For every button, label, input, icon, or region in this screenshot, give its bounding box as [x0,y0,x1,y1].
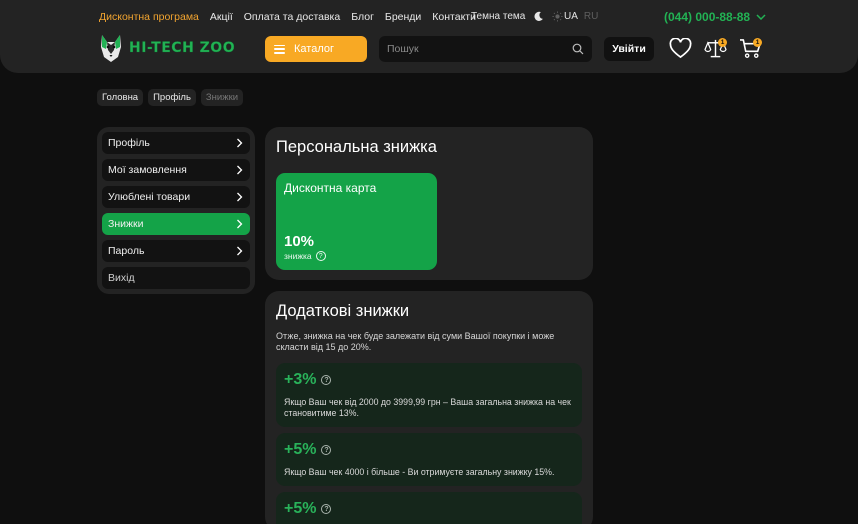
nav-payment-delivery[interactable]: Оплата та доставка [244,11,340,23]
sidebar-item-orders[interactable]: Мої замовлення [102,159,250,181]
sidebar-item-label: Пароль [108,245,145,257]
dog-logo-icon [101,35,121,62]
bonus-percent: +5% ? [284,500,332,518]
sidebar-item-discounts[interactable]: Знижки [102,213,250,235]
profile-sidebar: Профіль Мої замовлення Улюблені товари З… [97,127,255,294]
top-nav: Дисконтна програма Акції Оплата та доста… [99,11,476,23]
discount-card-subtitle: знижка ? [284,251,326,261]
heart-icon[interactable] [669,38,692,59]
personal-discount-title: Персональна знижка [276,138,437,156]
breadcrumb: Головна Профіль Знижки [97,89,244,106]
question-icon[interactable]: ? [321,504,332,514]
extra-discounts-panel: Додаткові знижки Отже, знижка на чек буд… [265,291,593,524]
theme-label: Темна тема [471,11,526,22]
breadcrumb-profile[interactable]: Профіль [148,89,196,106]
chevron-right-icon [237,246,243,256]
sidebar-item-label: Профіль [108,137,150,149]
sun-icon[interactable] [552,11,563,22]
bonus-card: +3% ? Якщо Ваш чек від 2000 до 3999,99 г… [276,363,582,427]
bonus-description: Якщо Ваш чек від 2000 до 3999,99 грн – В… [284,397,571,418]
sidebar-item-favorites[interactable]: Улюблені товари [102,186,250,208]
language-switcher: UA RU [564,11,598,22]
phone-dropdown[interactable]: (044) 000-88-88 [664,10,766,24]
chevron-right-icon [237,219,243,229]
logo-text: HI-TECH ZOO [129,40,236,56]
cart-badge: 1 [753,38,762,47]
menu-icon [274,44,285,54]
discount-card-title: Дисконтна карта [284,181,377,195]
bonus-description: Якщо Ваш чек 4000 і більше - Ви отримуєт… [284,467,555,477]
question-icon[interactable]: ? [321,375,332,385]
catalog-label: Каталог [294,43,334,55]
site-header: Дисконтна програма Акції Оплата та доста… [0,0,858,73]
extra-discounts-title: Додаткові знижки [276,302,410,320]
discount-card: Дисконтна карта 10% знижка ? [276,173,437,270]
lang-ru[interactable]: RU [584,11,598,22]
sidebar-item-label: Вихід [108,272,135,284]
bonus-percent: +3% ? [284,371,332,389]
nav-contacts[interactable]: Контакти [432,11,476,23]
nav-brands[interactable]: Бренди [385,11,421,23]
nav-blog[interactable]: Блог [351,11,374,23]
sidebar-item-password[interactable]: Пароль [102,240,250,262]
phone-number: (044) 000-88-88 [664,10,751,24]
breadcrumb-home[interactable]: Головна [97,89,144,106]
nav-promotions[interactable]: Акції [210,11,233,23]
bonus-percent-value: +5% [284,500,317,517]
sidebar-item-label: Мої замовлення [108,164,187,176]
theme-toggle[interactable]: Темна тема [471,11,563,22]
discount-card-value: 10% [284,233,315,250]
discount-card-sub-label: знижка [284,251,312,261]
logo[interactable]: HI-TECH ZOO [99,33,235,63]
chevron-down-icon [756,14,766,20]
nav-discount-program[interactable]: Дисконтна програма [99,11,199,23]
question-icon[interactable]: ? [315,251,326,261]
bonus-percent: +5% ? [284,441,332,459]
sidebar-item-profile[interactable]: Профіль [102,132,250,154]
sidebar-item-label: Улюблені товари [108,191,191,203]
login-button[interactable]: Увійти [604,37,654,61]
bonus-card: +5% ? [276,492,582,524]
compare-badge: 1 [718,38,727,47]
chevron-right-icon [237,165,243,175]
question-icon[interactable]: ? [321,445,332,455]
bonus-percent-value: +3% [284,371,317,388]
catalog-button[interactable]: Каталог [265,36,367,62]
search-bar [379,36,592,62]
chevron-right-icon [237,192,243,202]
search-input[interactable] [387,43,572,55]
sidebar-item-logout[interactable]: Вихід [102,267,250,289]
moon-icon[interactable] [533,11,544,22]
chevron-right-icon [237,138,243,148]
extra-discounts-intro: Отже, знижка на чек буде залежати від су… [276,331,555,352]
personal-discount-panel: Персональна знижка Дисконтна карта 10% з… [265,127,593,280]
sidebar-item-label: Знижки [108,218,144,230]
bonus-percent-value: +5% [284,441,317,458]
search-icon[interactable] [572,43,584,55]
breadcrumb-discounts: Знижки [200,89,244,106]
bonus-card: +5% ? Якщо Ваш чек 4000 і більше - Ви от… [276,433,582,486]
lang-ua[interactable]: UA [564,11,578,22]
